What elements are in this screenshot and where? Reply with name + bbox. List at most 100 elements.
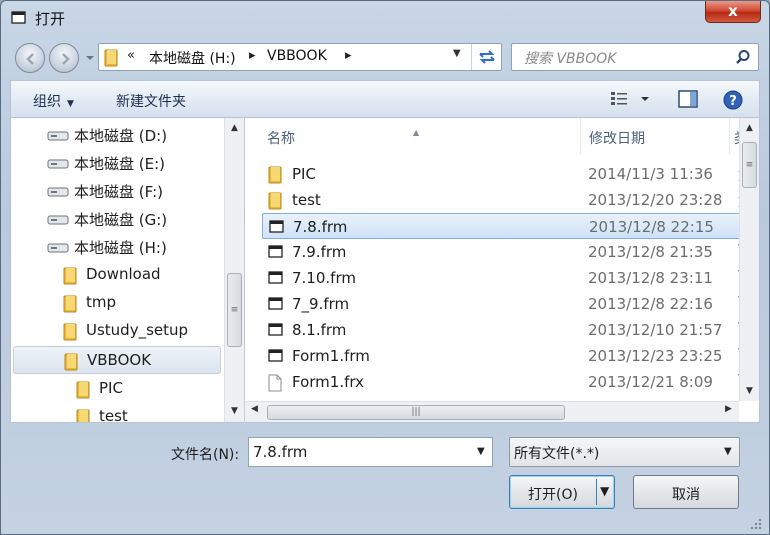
tree-item-drive-h[interactable]: 本地磁盘 (H:)	[11, 233, 223, 261]
scroll-up-icon[interactable]: ▲	[740, 120, 759, 137]
file-date: 2013/12/8 22:15	[589, 218, 714, 236]
new-folder-button[interactable]: 新建文件夹	[116, 91, 186, 111]
drive-icon	[47, 159, 69, 169]
file-row[interactable]: PIC 2014/11/3 11:36 文	[262, 161, 752, 187]
scroll-up-icon[interactable]: ▲	[225, 120, 244, 137]
scroll-thumb[interactable]: ≡	[227, 273, 242, 347]
filename-combobox[interactable]: ▼	[248, 437, 493, 467]
tree-item-drive-e[interactable]: 本地磁盘 (E:)	[11, 149, 223, 177]
preview-pane-icon[interactable]	[678, 90, 698, 108]
column-header-label: 修改日期	[589, 131, 645, 147]
column-header-name[interactable]: 名称 ▲	[245, 118, 580, 154]
open-options-dropdown-icon[interactable]: ▼	[600, 484, 609, 498]
file-row[interactable]: Form1.frx 2013/12/21 8:09 V	[262, 369, 752, 395]
help-icon[interactable]: ?	[723, 90, 743, 110]
file-row[interactable]: Form1.frm 2013/12/23 23:25 V	[262, 343, 752, 369]
tree-item-tmp[interactable]: tmp	[11, 289, 223, 317]
folder-icon	[76, 409, 90, 422]
close-button[interactable]: x	[705, 1, 761, 23]
tree-item-test[interactable]: test	[11, 403, 223, 423]
tree-item-label: Ustudy_setup	[86, 321, 189, 339]
split-divider	[596, 479, 597, 505]
filetype-select[interactable]: 所有文件(*.*) ▼	[509, 437, 740, 467]
vb-form-icon	[268, 245, 283, 258]
address-bar[interactable]: « 本地磁盘 (H:) ▸ VBBOOK ▸ ▼	[98, 43, 502, 71]
arrow-right-icon	[62, 53, 70, 65]
file-name: 7.8.frm	[293, 218, 348, 236]
address-separator[interactable]: ▸	[249, 48, 256, 63]
tree-item-vbbook[interactable]: VBBOOK	[13, 346, 221, 374]
file-date: 2013/12/10 21:57	[588, 321, 723, 339]
scroll-down-icon[interactable]: ▼	[225, 403, 244, 420]
cancel-button[interactable]: 取消	[633, 475, 739, 509]
file-date: 2013/12/20 23:28	[588, 191, 723, 209]
nav-pane-scrollbar[interactable]: ▲ ≡ ▼	[224, 118, 244, 422]
folder-icon	[76, 381, 90, 399]
file-date: 2013/12/23 23:25	[588, 347, 723, 365]
tree-item-label: 本地磁盘 (F:)	[74, 183, 163, 201]
tree-item-label: test	[99, 407, 128, 423]
tree-item-drive-g[interactable]: 本地磁盘 (G:)	[11, 205, 223, 233]
file-row[interactable]: 7.9.frm 2013/12/8 21:35 V	[262, 239, 752, 265]
drive-icon	[47, 131, 69, 141]
file-name: 7.10.frm	[292, 269, 356, 287]
scroll-right-icon[interactable]: ▶	[725, 404, 732, 414]
scroll-thumb[interactable]: ≡	[742, 142, 757, 188]
file-name: 7.9.frm	[292, 243, 347, 261]
address-separator[interactable]: ▸	[345, 48, 352, 63]
file-row[interactable]: 7.10.frm 2013/12/8 23:11 V	[262, 265, 752, 291]
tree-item-download[interactable]: Download	[11, 261, 223, 289]
cancel-button-label: 取消	[672, 487, 700, 503]
file-date: 2013/12/21 8:09	[588, 373, 713, 391]
address-segment-folder[interactable]: VBBOOK	[267, 48, 327, 64]
organize-label: 组织	[33, 94, 61, 110]
filename-label: 文件名(N):	[171, 447, 240, 463]
forward-button[interactable]	[49, 43, 79, 73]
scroll-down-icon[interactable]: ▼	[740, 383, 759, 400]
file-icon	[268, 374, 282, 392]
column-header-date[interactable]: 修改日期	[581, 118, 729, 154]
address-overflow[interactable]: «	[127, 48, 135, 63]
tree-item-label: 本地磁盘 (D:)	[74, 127, 168, 145]
file-list-hscrollbar[interactable]: ◀ ||| ▶	[245, 401, 739, 422]
command-toolbar: 组织 ▼ 新建文件夹 ?	[10, 80, 760, 118]
tree-item-drive-d[interactable]: 本地磁盘 (D:)	[11, 121, 223, 149]
refresh-icon	[479, 50, 495, 64]
title-bar[interactable]: 打开 x	[1, 1, 769, 35]
file-name: test	[292, 191, 321, 209]
filename-input[interactable]	[253, 442, 473, 462]
folder-icon	[268, 166, 282, 184]
chevron-down-icon[interactable]: ▼	[477, 446, 485, 457]
address-dropdown-icon[interactable]: ▼	[453, 48, 461, 59]
resize-grip-icon[interactable]	[749, 517, 763, 531]
tree-item-pic[interactable]: PIC	[11, 375, 223, 403]
search-placeholder[interactable]: 搜索 VBBOOK	[524, 48, 616, 68]
scroll-left-icon[interactable]: ◀	[251, 404, 258, 414]
recent-pages-dropdown-icon[interactable]	[85, 54, 95, 62]
file-row[interactable]: test 2013/12/20 23:28 文	[262, 187, 752, 213]
search-box[interactable]: 搜索 VBBOOK	[511, 43, 759, 71]
search-icon[interactable]	[735, 49, 751, 65]
hscroll-thumb[interactable]: |||	[267, 405, 565, 420]
organize-menu[interactable]: 组织 ▼	[33, 91, 74, 111]
file-row-selected[interactable]: 7.8.frm 2013/12/8 22:15 V	[262, 213, 752, 239]
file-name: PIC	[292, 165, 316, 183]
file-date: 2013/12/8 21:35	[588, 243, 713, 261]
vb-form-icon	[268, 323, 283, 336]
file-list-scrollbar[interactable]: ▲ ≡ ▼	[739, 118, 759, 401]
app-window-icon	[11, 11, 26, 24]
folder-icon	[268, 192, 282, 210]
view-options-icon[interactable]	[611, 90, 651, 108]
address-segment-drive[interactable]: 本地磁盘 (H:)	[149, 48, 236, 68]
tree-item-ustudy-setup[interactable]: Ustudy_setup	[11, 317, 223, 345]
open-split-button[interactable]: 打开(O) ▼	[509, 475, 615, 509]
tree-item-label: Download	[86, 265, 161, 283]
refresh-button[interactable]	[471, 44, 501, 70]
back-button[interactable]	[15, 43, 45, 73]
filetype-value: 所有文件(*.*)	[514, 446, 600, 462]
file-row[interactable]: 7_9.frm 2013/12/8 22:16 V	[262, 291, 752, 317]
file-row[interactable]: 8.1.frm 2013/12/10 21:57 V	[262, 317, 752, 343]
chevron-down-icon[interactable]: ▼	[724, 446, 732, 457]
open-button[interactable]: 打开(O)	[510, 484, 596, 504]
tree-item-drive-f[interactable]: 本地磁盘 (F:)	[11, 177, 223, 205]
